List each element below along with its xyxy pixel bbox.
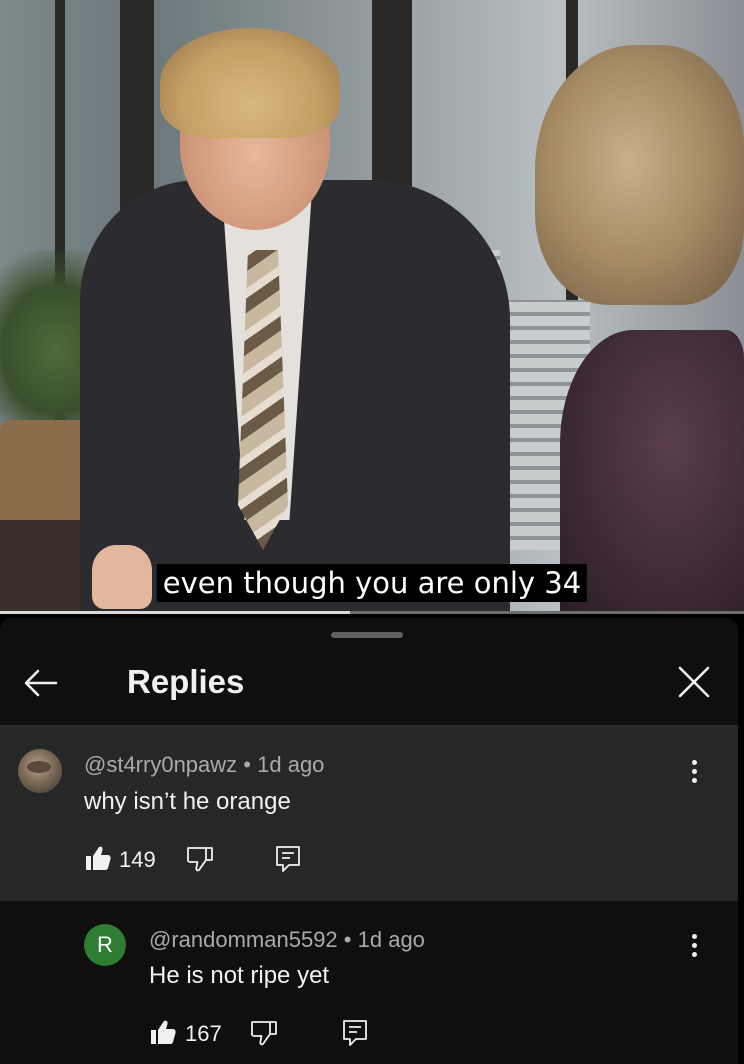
kebab-dot <box>692 952 697 957</box>
meta-separator: • <box>243 752 251 777</box>
reply-author[interactable]: @randomman5592 <box>149 927 338 952</box>
comment-text: why isn’t he orange <box>84 788 291 815</box>
reply-text: He is not ripe yet <box>149 962 330 989</box>
more-options-button[interactable] <box>679 751 709 791</box>
like-count: 149 <box>119 847 156 872</box>
parent-comment: @st4rry0npawz • 1d ago why isn’t he oran… <box>0 727 738 901</box>
reply-like-count: 167 <box>185 1021 222 1046</box>
like-icon[interactable] <box>84 844 112 872</box>
woman-hair <box>535 45 744 305</box>
comment-author[interactable]: @st4rry0npawz <box>84 752 237 777</box>
like-icon[interactable] <box>149 1018 177 1046</box>
close-button[interactable] <box>672 660 716 704</box>
woman-body <box>560 330 744 614</box>
reply-age: 1d ago <box>357 927 425 952</box>
reply-icon[interactable] <box>275 845 301 873</box>
avatar[interactable] <box>18 749 62 793</box>
drag-handle[interactable] <box>331 632 403 638</box>
comment-age: 1d ago <box>257 752 325 777</box>
dislike-icon[interactable] <box>250 1019 278 1047</box>
replies-header: Replies <box>0 646 738 726</box>
video-progress-bar[interactable] <box>0 611 744 614</box>
man-hand <box>92 545 152 609</box>
reply-meta: @randomman5592 • 1d ago <box>149 926 425 954</box>
close-icon <box>678 666 710 698</box>
video-progress-fill <box>0 611 350 614</box>
reply-icon[interactable] <box>342 1019 368 1047</box>
kebab-dot <box>692 943 697 948</box>
man-hair <box>160 28 340 138</box>
video-subtitle: even though you are only 34 <box>156 564 588 602</box>
reply-avatar[interactable]: R <box>84 924 126 966</box>
reply-more-options-button[interactable] <box>679 925 709 965</box>
kebab-dot <box>692 778 697 783</box>
dislike-icon[interactable] <box>186 845 214 873</box>
video-player[interactable]: even though you are only 34 <box>0 0 744 614</box>
comment-meta: @st4rry0npawz • 1d ago <box>84 751 324 779</box>
back-arrow-icon <box>24 669 58 697</box>
kebab-dot <box>692 934 697 939</box>
panel-title: Replies <box>127 663 245 700</box>
back-button[interactable] <box>20 662 62 704</box>
kebab-dot <box>692 769 697 774</box>
meta-separator: • <box>343 927 352 952</box>
kebab-dot <box>692 760 697 765</box>
